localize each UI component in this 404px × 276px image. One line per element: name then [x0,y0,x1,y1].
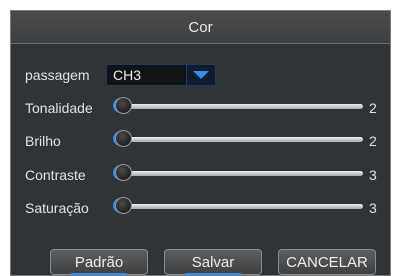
save-button-label: Salvar [191,253,235,271]
brightness-label: Brilho [25,133,61,149]
channel-dropdown-button[interactable] [186,65,215,85]
save-button[interactable]: Salvar [164,249,262,275]
contrast-label: Contraste [25,167,86,183]
brightness-value: 2 [369,133,377,149]
hue-slider-handle[interactable] [115,97,132,114]
hue-slider[interactable] [115,97,363,114]
saturation-value: 3 [369,200,377,216]
default-button[interactable]: Padrão [50,249,148,275]
saturation-row: Saturação 3 [11,197,390,221]
saturation-label: Saturação [25,200,89,216]
dialog-title: Cor [188,18,213,36]
dialog-title-bar: Cor [11,11,390,44]
contrast-slider[interactable] [115,164,363,181]
brightness-slider[interactable] [115,130,363,147]
channel-label: passagem [25,67,90,83]
cancel-button-label: CANCELAR [286,253,368,271]
color-settings-dialog: Cor passagem CH3 Tonalidade 2 Brilho 2 C… [10,10,391,276]
default-button-label: Padrão [74,253,124,271]
brightness-slider-handle[interactable] [115,130,132,147]
focus-underline [185,273,241,275]
focus-underline [71,273,127,275]
contrast-row: Contraste 3 [11,164,390,188]
channel-select[interactable]: CH3 [106,64,216,86]
channel-select-value: CH3 [113,67,142,83]
cancel-button[interactable]: CANCELAR [278,249,376,275]
saturation-slider[interactable] [115,197,363,214]
contrast-slider-handle[interactable] [115,164,132,181]
chevron-down-icon [193,71,209,79]
channel-row: passagem CH3 [11,64,390,88]
saturation-slider-handle[interactable] [115,197,132,214]
contrast-value: 3 [369,167,377,183]
hue-label: Tonalidade [25,100,93,116]
hue-value: 2 [369,100,377,116]
hue-row: Tonalidade 2 [11,97,390,121]
brightness-row: Brilho 2 [11,130,390,154]
